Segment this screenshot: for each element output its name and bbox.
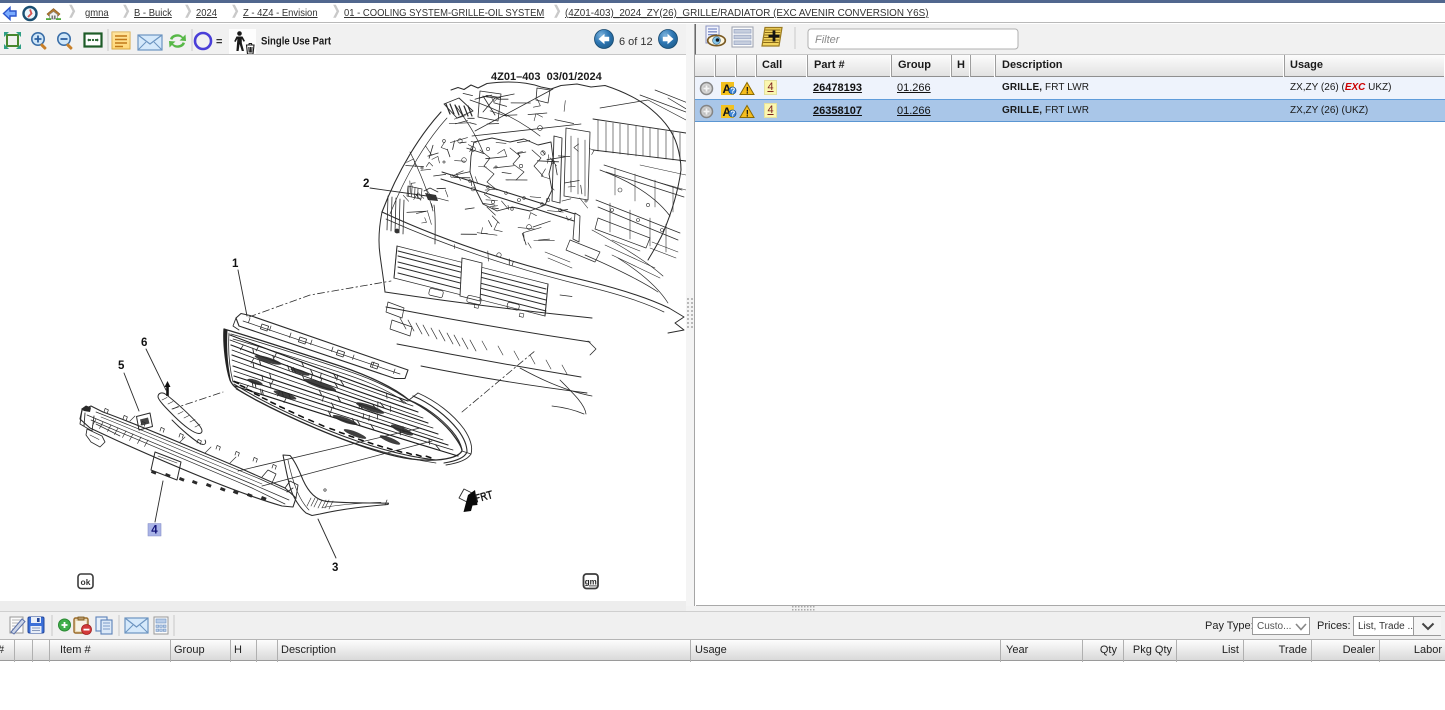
svg-text:Single Use Part: Single Use Part [261, 36, 332, 48]
svg-text:?: ? [730, 87, 735, 96]
svg-text:!: ! [746, 109, 749, 120]
svg-text:Filter: Filter [815, 34, 841, 46]
svg-text:2: 2 [363, 178, 369, 190]
svg-text:6 of 12: 6 of 12 [619, 36, 653, 48]
svg-text:5: 5 [118, 360, 125, 372]
svg-text:4: 4 [151, 525, 158, 537]
svg-text:6: 6 [141, 337, 147, 349]
svg-text:3: 3 [332, 562, 338, 574]
svg-text:4Z01–403 03/01/2024: 4Z01–403 03/01/2024 [491, 71, 603, 83]
svg-text:1: 1 [232, 258, 239, 270]
svg-text:ok: ok [81, 577, 91, 587]
svg-text:=: = [216, 36, 222, 48]
svg-text:?: ? [730, 110, 735, 119]
svg-text:gm: gm [585, 578, 597, 587]
svg-text:!: ! [746, 86, 749, 97]
